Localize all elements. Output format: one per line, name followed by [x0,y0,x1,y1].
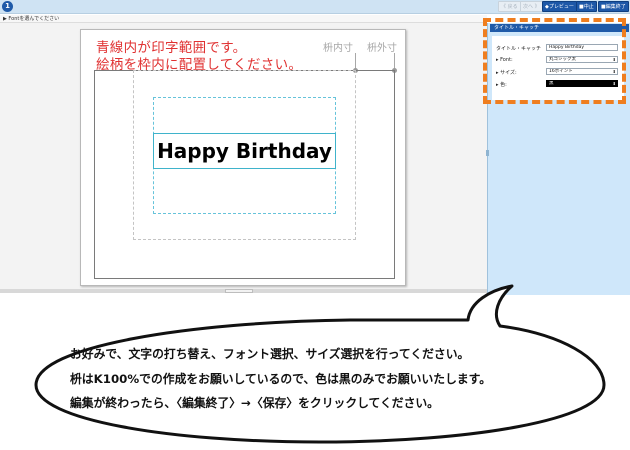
instruction-bar: ▶ Fontを選んでください [0,15,487,23]
text-object-content: Happy Birthday [157,139,332,163]
design-paper: 青線内が印字範囲です。 絵柄を枠内に配置してください。 枡内寸 枡外寸 Happ… [80,29,406,286]
app-logo: 1 [2,1,13,12]
back-button[interactable]: 《 戻る [498,1,521,12]
text-object[interactable]: Happy Birthday [153,133,336,169]
canvas-area: 青線内が印字範囲です。 絵柄を枠内に配置してください。 枡内寸 枡外寸 Happ… [0,23,487,289]
next-button[interactable]: 次へ 》 [520,1,543,12]
finish-edit-button[interactable]: ■編集終了 [598,1,629,12]
speech-bubble-outline [34,284,606,444]
top-toolbar: 1 《 戻る 次へ 》 ◆プレビュー ■中止 ■編集終了 [0,0,630,14]
speech-bubble [34,284,606,444]
panel-collapse-handle[interactable] [486,150,489,156]
inner-dimension-label: 枡内寸 [323,43,353,54]
instruction-line-2: 枡はK100%での作成をお願いしているので、色は黒のみでお願いいたします。 [70,372,492,386]
outer-dimension-label: 枡外寸 [367,43,397,54]
instruction-line-3: 編集が終わったら、〈編集終了〉→〈保存〉をクリックしてください。 [70,396,439,410]
stop-button[interactable]: ■中止 [576,1,597,12]
instruction-line-1: お好みで、文字の打ち替え、フォント選択、サイズ選択を行ってください。 [70,347,470,361]
highlight-annotation-box [483,18,626,104]
preview-button[interactable]: ◆プレビュー [542,1,577,12]
